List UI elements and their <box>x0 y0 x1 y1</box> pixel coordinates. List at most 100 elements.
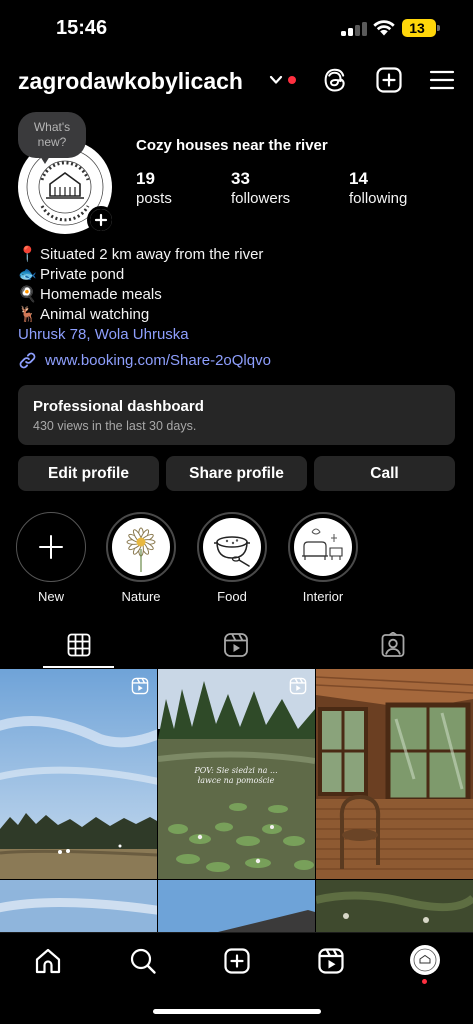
post-thumbnail-meadow <box>0 669 157 879</box>
status-time: 15:46 <box>56 17 108 39</box>
stat-label: posts <box>136 190 172 207</box>
stat-label: followers <box>231 190 291 207</box>
tab-tagged[interactable] <box>314 622 471 668</box>
plus-icon <box>90 209 112 231</box>
display-name: Cozy houses near the river <box>136 137 328 154</box>
website-link-text: www.booking.com/Share-2oQlqvo <box>45 351 271 369</box>
reel-badge-icon <box>131 677 149 695</box>
tab-reels[interactable] <box>157 622 314 668</box>
reel-badge-icon <box>289 677 307 695</box>
bio-line: 🍳 Homemade meals <box>18 285 458 305</box>
stat-followers[interactable]: 33 followers <box>231 169 290 209</box>
whats-new-bubble[interactable]: What's new? <box>18 112 86 158</box>
home-indicator <box>153 1009 321 1014</box>
post-thumbnail-pond: POV: Sie siedzi na ... ławce na pomoście <box>158 669 315 879</box>
highlight-interior[interactable]: Interior <box>288 512 358 604</box>
highlight-ring <box>288 512 358 582</box>
link-icon <box>19 352 36 368</box>
website-link[interactable]: www.booking.com/Share-2oQlqvo <box>18 349 271 371</box>
tagged-icon <box>381 632 404 657</box>
grid-post[interactable] <box>0 880 157 932</box>
svg-text:POV: Sie siedzi na ...: POV: Sie siedzi na ... <box>193 766 277 775</box>
address-link[interactable]: Uhrusk 78, Wola Uhruska <box>18 325 458 345</box>
highlight-label: Nature <box>121 589 161 604</box>
highlight-food[interactable]: Food <box>197 512 267 604</box>
menu-icon[interactable] <box>428 66 456 94</box>
tab-grid[interactable] <box>0 622 157 668</box>
reels-icon <box>223 633 248 657</box>
grid-post[interactable]: POV: Sie siedzi na ... ławce na pomoście <box>158 669 315 879</box>
highlight-cover <box>294 518 352 576</box>
share-profile-button[interactable]: Share profile <box>166 456 307 491</box>
create-icon[interactable] <box>223 947 251 975</box>
notification-dot <box>288 76 296 84</box>
highlight-cover <box>112 518 170 576</box>
highlight-nature[interactable]: Nature <box>106 512 176 604</box>
room-icon <box>302 528 343 560</box>
highlight-new-ring <box>16 512 86 582</box>
bio-text: Animal watching <box>40 306 150 323</box>
stat-following[interactable]: 14 following <box>349 169 407 209</box>
professional-dashboard-card[interactable]: Professional dashboard 430 views in the … <box>18 385 455 445</box>
stat-value: 19 <box>136 169 155 188</box>
highlight-label: New <box>37 589 64 604</box>
battery-level: 13 <box>409 20 425 36</box>
grid-post[interactable] <box>0 669 157 879</box>
bio-line: 🐟 Private pond <box>18 265 458 285</box>
highlight-label: Food <box>217 589 247 604</box>
bio-line: 📍 Situated 2 km away from the river <box>18 245 458 265</box>
battery-cap <box>437 25 440 31</box>
grid-post[interactable] <box>316 880 473 932</box>
reels-icon[interactable] <box>317 947 345 975</box>
svg-text:ławce na pomoście: ławce na pomoście <box>198 776 275 785</box>
add-story-button[interactable] <box>87 206 115 234</box>
fish-emoji-icon: 🐟 <box>18 266 37 283</box>
grid-icon <box>67 633 90 657</box>
stat-posts[interactable]: 19 posts <box>136 169 172 209</box>
notification-dot <box>422 979 427 984</box>
cellular-signal-icon <box>341 21 367 36</box>
pin-emoji-icon: 📍 <box>18 246 37 263</box>
deer-emoji-icon: 🦌 <box>18 306 37 323</box>
highlight-label: Interior <box>302 589 344 604</box>
edit-profile-button[interactable]: Edit profile <box>18 456 159 491</box>
highlight-new[interactable]: New <box>16 512 86 604</box>
create-icon[interactable] <box>375 66 403 94</box>
status-bar: 15:46 13 <box>0 0 473 56</box>
active-tab-indicator <box>43 666 114 668</box>
home-icon[interactable] <box>34 947 62 975</box>
post-thumbnail-deck <box>158 880 315 932</box>
stat-value: 33 <box>231 169 250 188</box>
bio-line: 🦌 Animal watching <box>18 305 458 325</box>
highlight-cover <box>203 518 261 576</box>
search-icon[interactable] <box>129 947 157 975</box>
profile-tab-avatar[interactable] <box>410 945 440 975</box>
plus-icon <box>39 535 63 559</box>
egg-emoji-icon: 🍳 <box>18 286 37 303</box>
username-switcher[interactable]: zagrodawkobylicach <box>18 68 243 95</box>
pot-icon <box>214 536 250 567</box>
call-button[interactable]: Call <box>314 456 455 491</box>
stat-label: following <box>349 190 408 207</box>
bio-text: Private pond <box>40 266 125 283</box>
bio: 📍 Situated 2 km away from the river 🐟 Priv… <box>18 245 458 345</box>
dashboard-title: Professional dashboard <box>33 398 204 415</box>
battery-icon: 13 <box>402 19 436 37</box>
avatar-logo-icon <box>413 948 437 972</box>
bio-text: Situated 2 km away from the river <box>40 246 264 263</box>
post-thumbnail-garden <box>316 880 473 932</box>
highlight-ring <box>106 512 176 582</box>
dashboard-subtitle: 430 views in the last 30 days. <box>33 419 197 433</box>
daisy-icon <box>126 527 156 572</box>
grid-post[interactable] <box>316 669 473 879</box>
highlight-ring <box>197 512 267 582</box>
content-tabs <box>0 622 473 668</box>
post-grid: POV: Sie siedzi na ... ławce na pomoście <box>0 669 473 932</box>
grid-post[interactable] <box>158 880 315 932</box>
post-thumbnail-sky <box>0 880 157 932</box>
post-thumbnail-sunroom <box>316 669 473 879</box>
threads-icon[interactable] <box>321 66 349 94</box>
chevron-down-icon[interactable] <box>268 73 284 87</box>
profile-header: zagrodawkobylicach <box>0 60 473 104</box>
wifi-icon <box>373 20 395 36</box>
